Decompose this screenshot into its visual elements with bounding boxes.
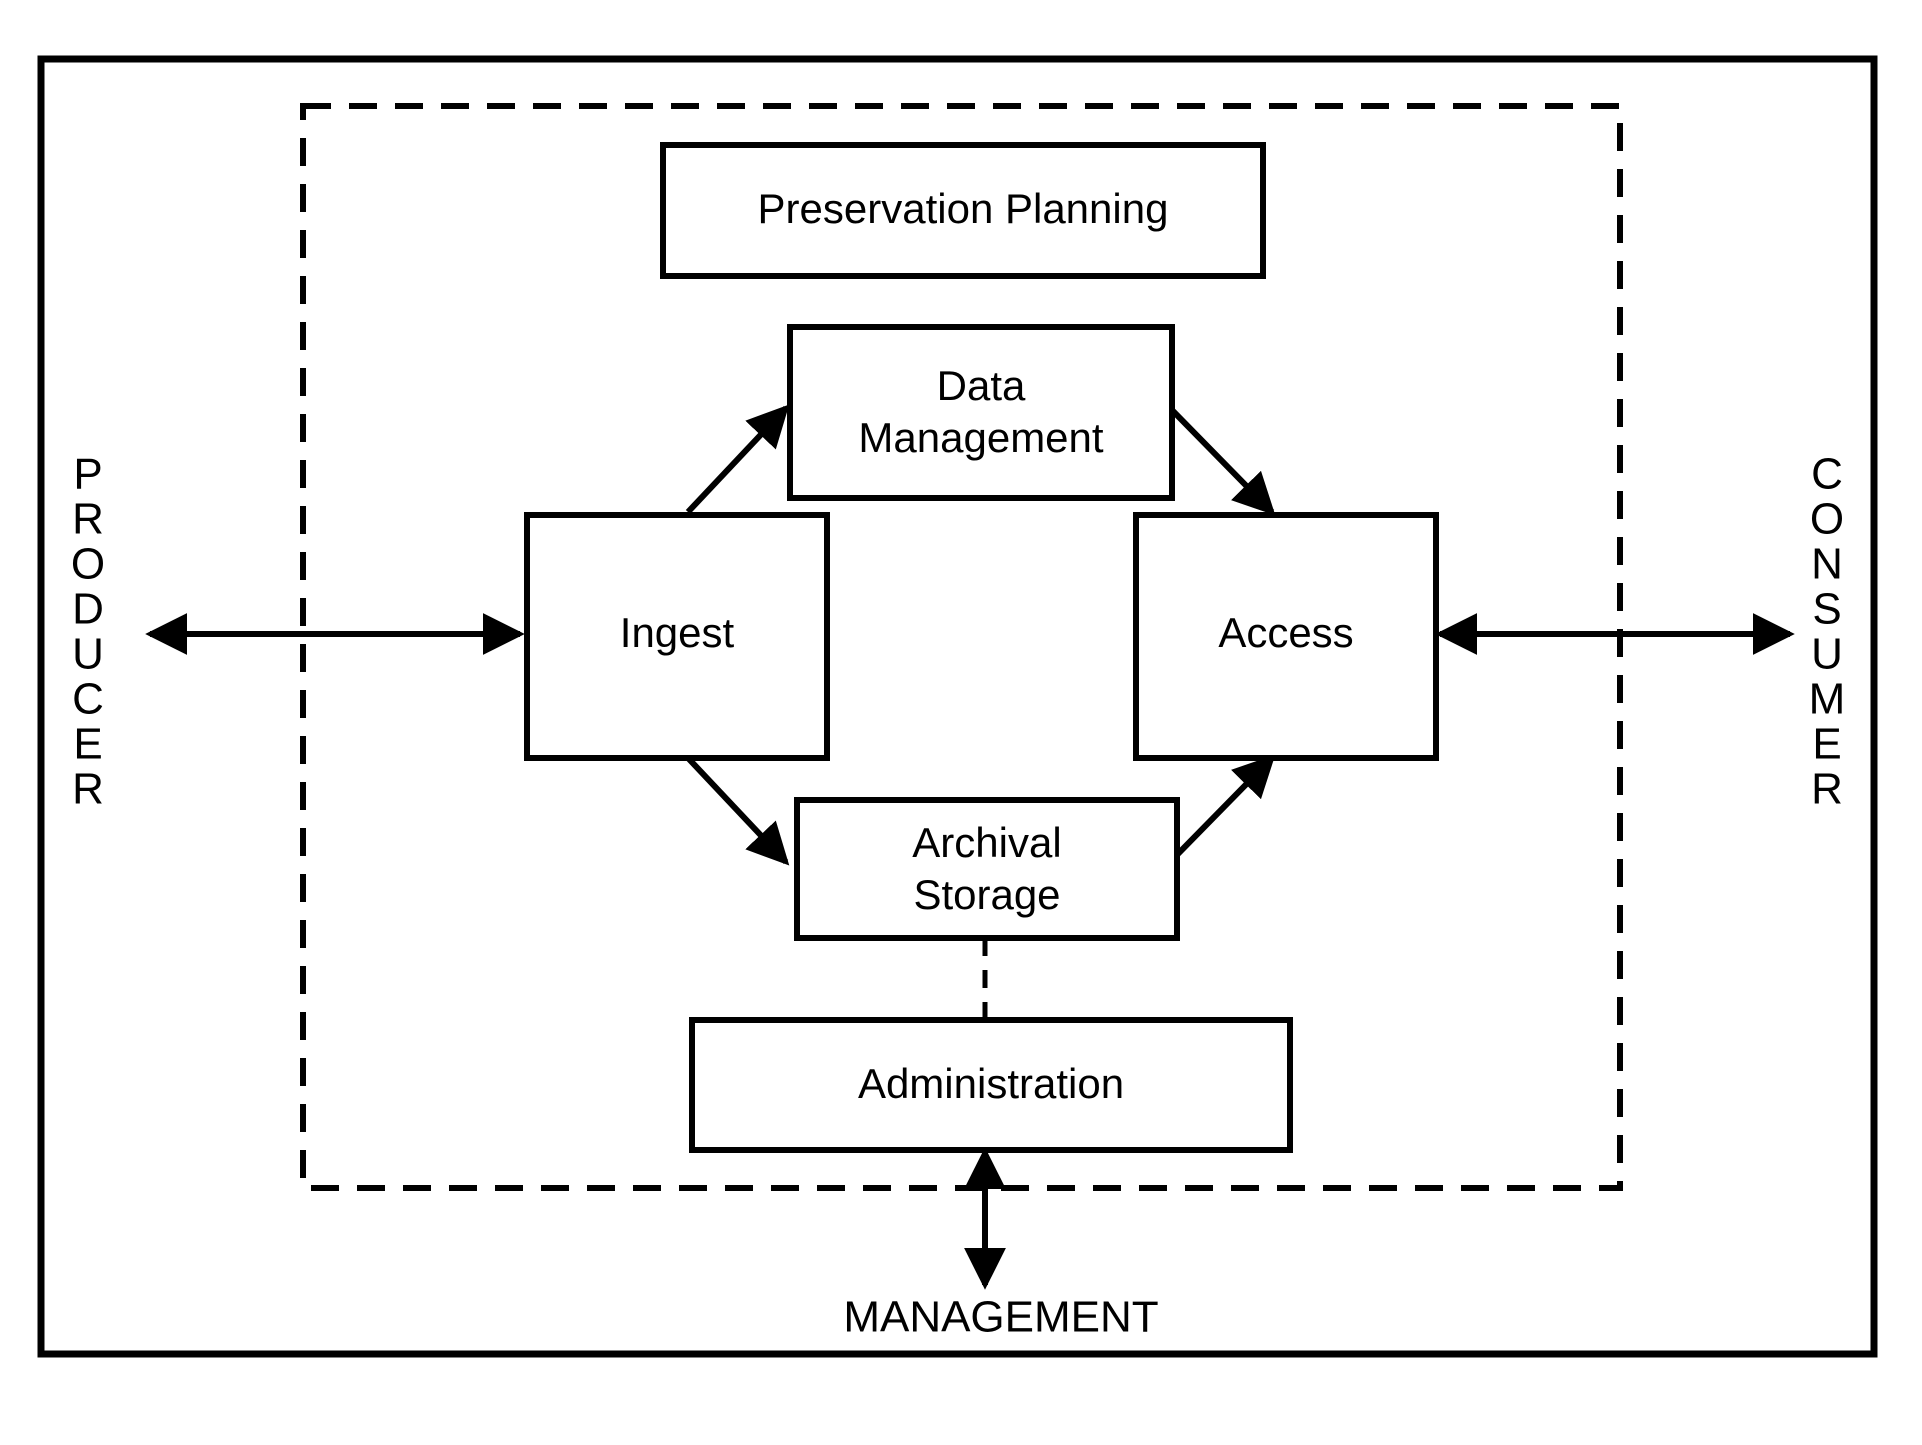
consumer-letter-2: N [1811, 540, 1843, 589]
consumer-letter-3: S [1812, 585, 1841, 634]
box-ingest[interactable]: Ingest [524, 512, 830, 761]
ingest-label: Ingest [620, 609, 735, 656]
producer-letter-0: P [73, 450, 102, 499]
administration-label: Administration [858, 1060, 1124, 1107]
label-consumer: C O N S U M E R [1809, 450, 1846, 814]
consumer-letter-1: O [1810, 495, 1844, 544]
data-management-rect [787, 324, 1175, 501]
access-label: Access [1218, 609, 1353, 656]
oais-functional-model-svg: Preservation Planning Data Management In… [37, 55, 1878, 1358]
consumer-letter-0: C [1811, 450, 1843, 499]
connector-data-management-to-access [1167, 405, 1276, 516]
label-management: MANAGEMENT [843, 1293, 1158, 1342]
box-preservation-planning[interactable]: Preservation Planning [660, 142, 1266, 279]
box-administration[interactable]: Administration [689, 1017, 1293, 1153]
connector-archival-storage-to-access [1167, 754, 1276, 865]
archival-storage-label-line1: Archival [912, 819, 1061, 866]
producer-letter-5: C [72, 675, 104, 724]
data-management-label-line1: Data [937, 362, 1026, 409]
consumer-letter-4: U [1811, 630, 1843, 679]
producer-letter-7: R [72, 765, 104, 814]
consumer-letter-7: R [1811, 765, 1843, 814]
oais-diagram-canvas: Preservation Planning Data Management In… [0, 0, 1922, 1445]
box-access[interactable]: Access [1133, 512, 1439, 761]
consumer-letter-6: E [1812, 720, 1841, 769]
data-management-label-line2: Management [858, 414, 1103, 461]
producer-letter-6: E [73, 720, 102, 769]
producer-letter-1: R [72, 495, 104, 544]
producer-letter-3: D [72, 585, 104, 634]
connector-ingest-to-archival-storage [685, 755, 790, 866]
connector-ingest-to-data-management [685, 404, 790, 515]
label-producer: P R O D U C E R [71, 450, 105, 814]
archival-storage-label-line2: Storage [913, 871, 1060, 918]
box-archival-storage[interactable]: Archival Storage [794, 797, 1180, 941]
producer-letter-2: O [71, 540, 105, 589]
producer-letter-4: U [72, 630, 104, 679]
preservation-planning-label: Preservation Planning [758, 185, 1169, 232]
consumer-letter-5: M [1809, 675, 1846, 724]
box-data-management[interactable]: Data Management [787, 324, 1175, 501]
